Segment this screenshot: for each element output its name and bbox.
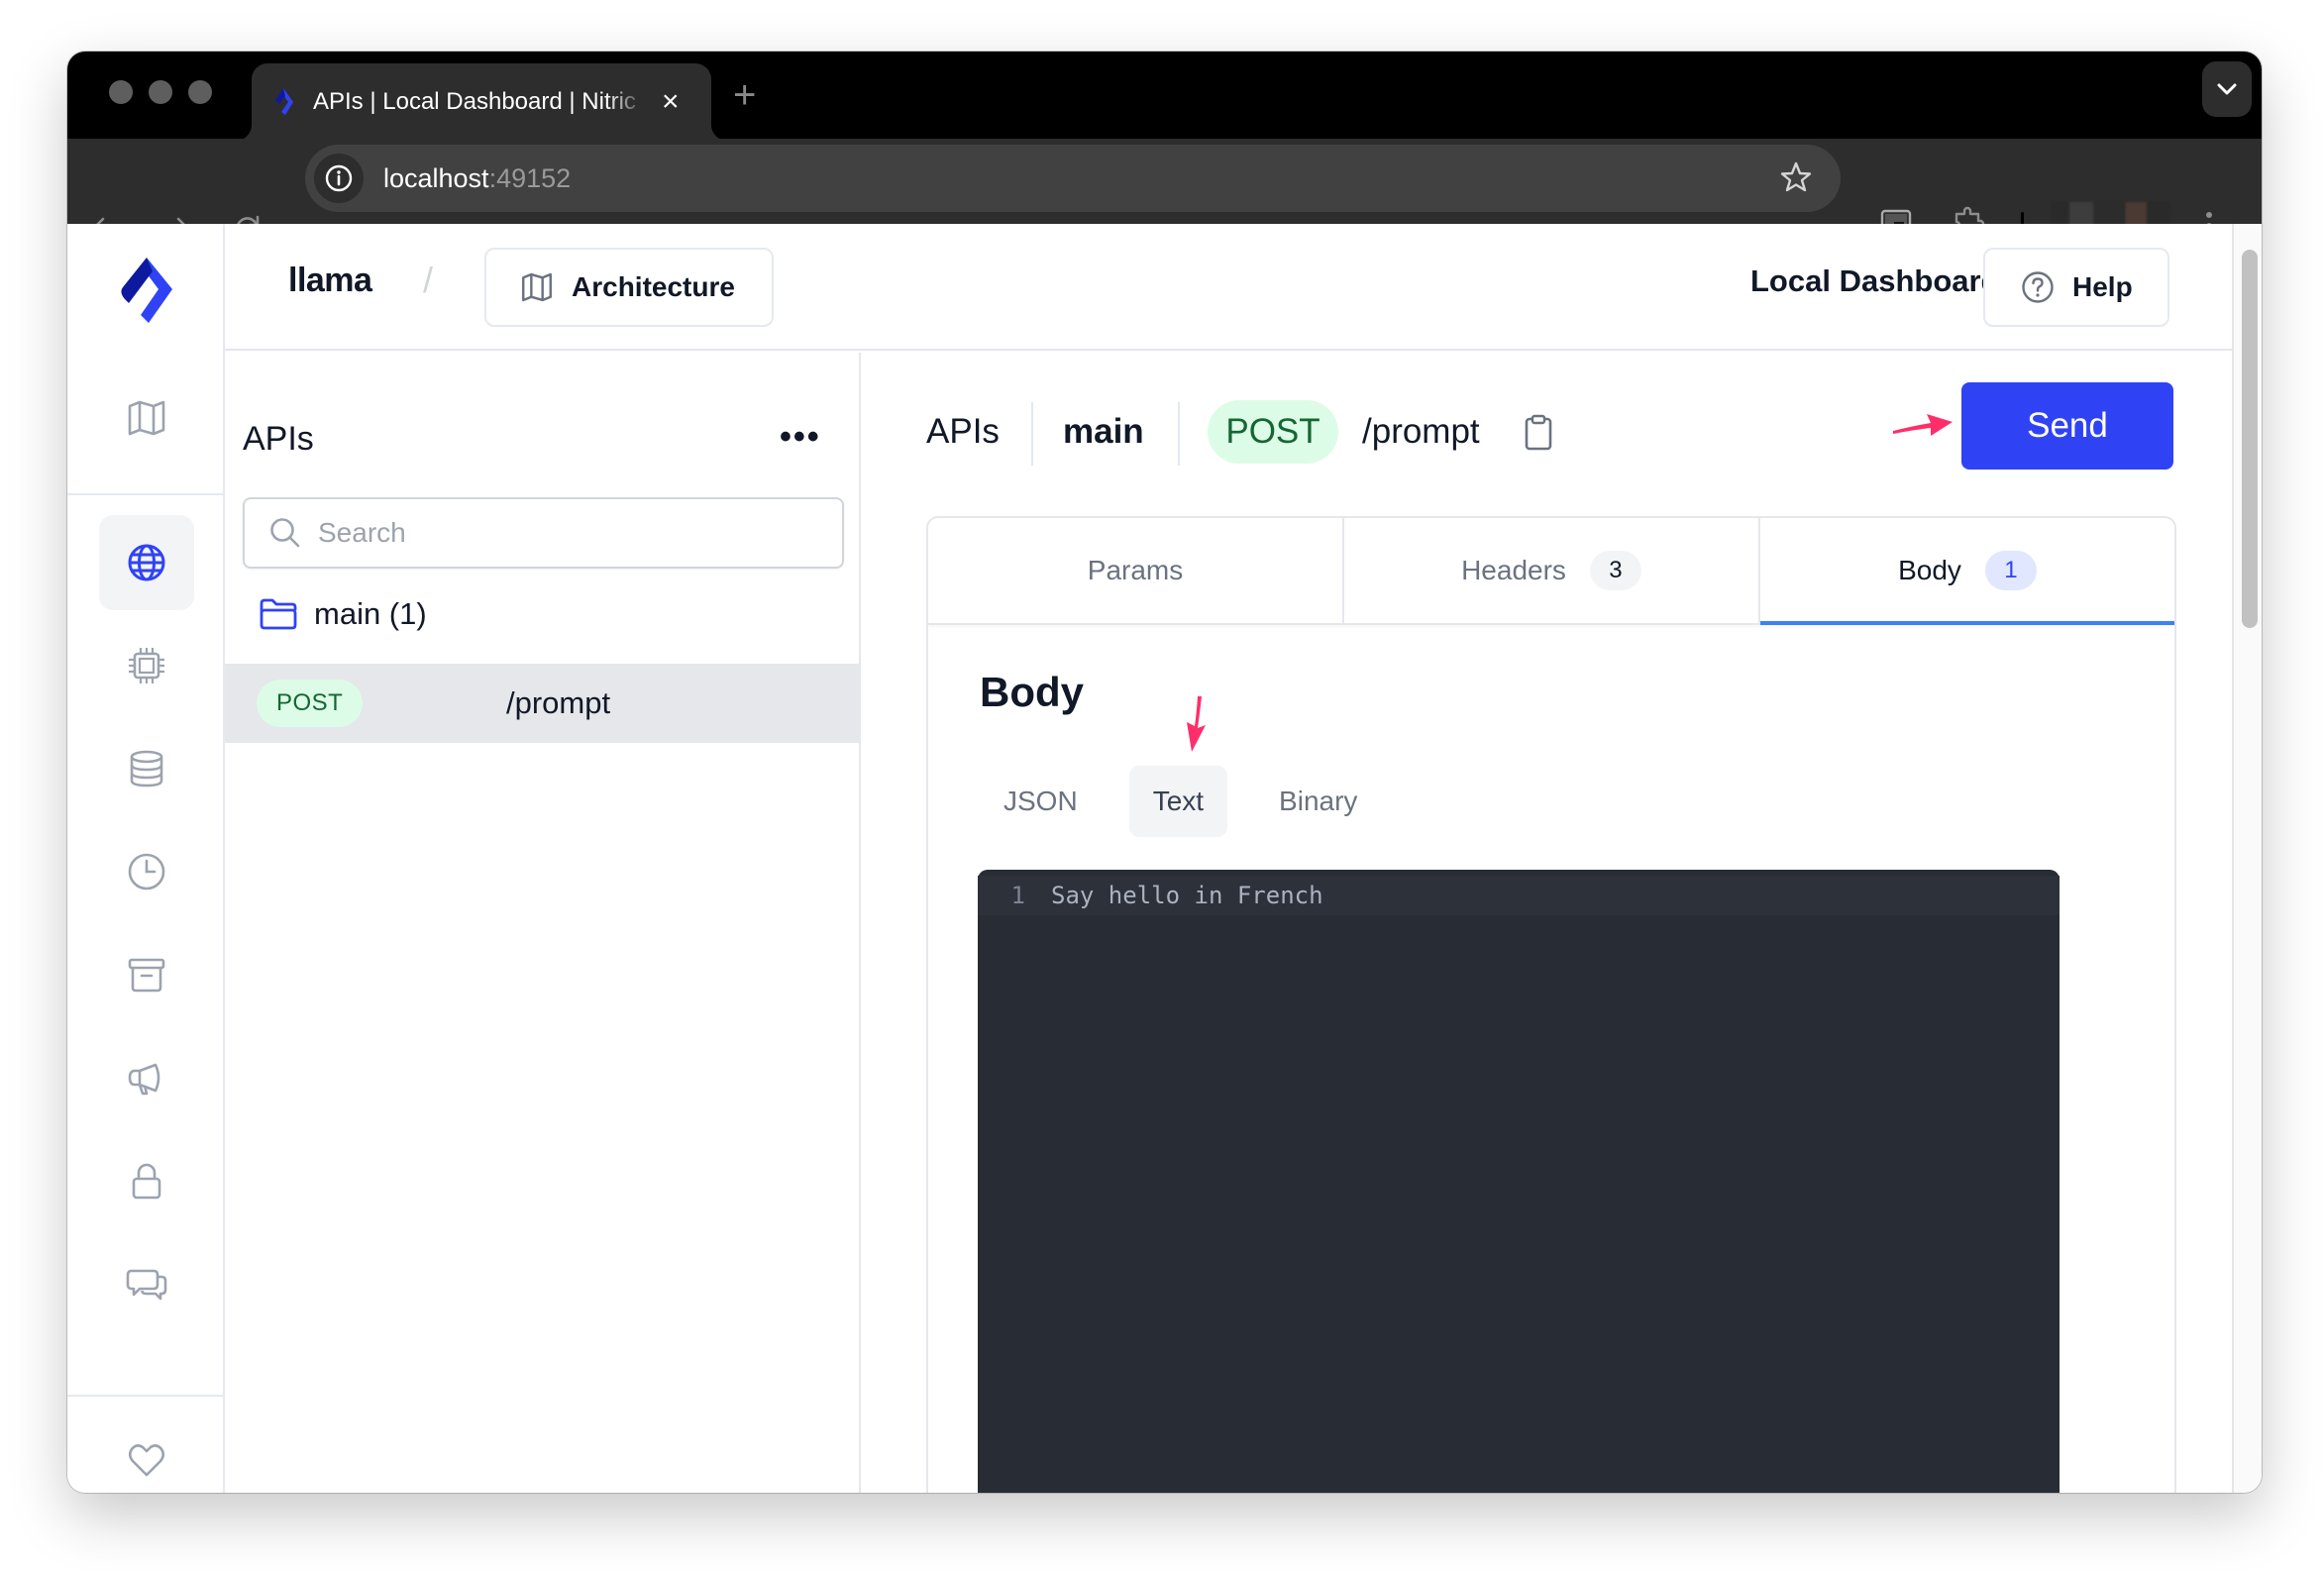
tab-label: Body [1898, 555, 1961, 585]
maximize-window-button[interactable] [188, 80, 212, 104]
globe-icon [128, 544, 165, 581]
request-tabs: Params Headers 3 Body 1 [928, 518, 2174, 625]
sidebar-item-topics[interactable] [99, 1030, 194, 1125]
annotation-arrow-right-icon [1893, 414, 1953, 436]
url-port: :49152 [488, 162, 572, 193]
nitric-logo-icon[interactable] [119, 258, 174, 323]
help-button[interactable]: Help [1983, 248, 2169, 327]
database-icon [130, 750, 163, 787]
window-controls [109, 80, 212, 104]
scrollbar-thumb[interactable] [2242, 250, 2258, 628]
request-method-badge: POST [1208, 400, 1338, 464]
architecture-label: Architecture [572, 271, 735, 302]
question-circle-icon [2022, 271, 2054, 303]
line-content: Say hello in French [1051, 882, 1323, 909]
annotation-arrow-down-icon [1187, 696, 1206, 752]
tab-title: APIs | Local Dashboard | Nitric [313, 88, 636, 115]
breadcrumb-api-name[interactable]: main [1063, 412, 1144, 452]
sidebar-item-websockets[interactable] [99, 1236, 194, 1331]
site-info-button[interactable] [314, 154, 364, 203]
request-path: /prompt [1362, 412, 1480, 451]
nitric-favicon-icon [275, 88, 293, 115]
editor-line: 1 Say hello in French [978, 876, 2060, 915]
sidebar-item-schedules[interactable] [99, 824, 194, 919]
line-number: 1 [1010, 882, 1025, 909]
help-label: Help [2072, 271, 2133, 302]
tab-label: Headers [1461, 555, 1566, 585]
sidebar-item-apis[interactable] [99, 515, 194, 610]
info-icon [325, 164, 353, 192]
search-icon [270, 518, 300, 548]
folder-open-icon [260, 598, 297, 630]
tab-search-button[interactable] [2202, 61, 2252, 117]
chevron-down-icon [2217, 83, 2237, 95]
chat-bubbles-icon [126, 1269, 167, 1301]
lock-icon [132, 1163, 161, 1200]
request-card: Params Headers 3 Body 1 Body JSON Text B… [926, 516, 2176, 1493]
close-window-button[interactable] [109, 80, 133, 104]
tab-label: Params [1087, 555, 1184, 585]
format-json-button[interactable]: JSON [980, 766, 1102, 837]
breadcrumb-apis[interactable]: APIs [926, 412, 1000, 452]
app-header: llama / Architecture Local Dashboard Hel… [225, 224, 2232, 351]
url-host: localhost [383, 162, 489, 193]
project-name: llama [288, 262, 372, 299]
body-code-editor[interactable]: 1 Say hello in French [978, 870, 2060, 1493]
breadcrumb-separator: / [423, 260, 434, 300]
tab-headers[interactable]: Headers 3 [1344, 518, 1760, 623]
breadcrumb-divider [1178, 402, 1180, 466]
new-tab-button[interactable]: + [733, 73, 756, 118]
local-dashboard-title: Local Dashboard [1750, 263, 2000, 298]
request-panel: APIs main POST /prompt Send Params Heade… [863, 353, 2200, 1493]
body-section-heading: Body [980, 669, 1084, 715]
sidebar-item-storage[interactable] [99, 927, 194, 1022]
browser-tab-bar: APIs | Local Dashboard | Nitric × + [67, 52, 2262, 141]
sidebar-item-services[interactable] [99, 618, 194, 713]
more-options-button[interactable]: ••• [780, 418, 821, 457]
clock-icon [128, 853, 165, 891]
api-group-label: main (1) [314, 596, 427, 631]
map-icon [522, 272, 552, 302]
api-group-main[interactable]: main (1) [259, 596, 427, 632]
tab-params[interactable]: Params [928, 518, 1344, 623]
browser-tab-active[interactable]: APIs | Local Dashboard | Nitric × [252, 63, 711, 141]
body-format-selector: JSON Text Binary [980, 766, 1409, 837]
route-item[interactable]: POST /prompt [225, 664, 859, 743]
tab-body[interactable]: Body 1 [1760, 518, 2174, 625]
cpu-chip-icon [129, 648, 164, 683]
sidebar-item-databases[interactable] [99, 721, 194, 816]
sidebar-divider [67, 1395, 225, 1397]
api-search-field[interactable] [243, 497, 844, 569]
archive-box-icon [128, 958, 165, 993]
heart-icon [128, 1444, 165, 1477]
apis-panel-title: APIs [243, 420, 314, 458]
format-binary-button[interactable]: Binary [1255, 766, 1381, 837]
format-text-button[interactable]: Text [1128, 766, 1228, 837]
browser-window: APIs | Local Dashboard | Nitric × + loca… [67, 52, 2262, 1493]
architecture-button[interactable]: Architecture [484, 248, 774, 327]
sidebar-nav [67, 224, 225, 1493]
send-button[interactable]: Send [1961, 382, 2173, 470]
sidebar-divider [67, 493, 225, 495]
sidebar-item-architecture[interactable] [99, 370, 194, 466]
headers-count-badge: 3 [1589, 551, 1641, 590]
minimize-window-button[interactable] [149, 80, 172, 104]
clipboard-icon[interactable] [1524, 414, 1553, 452]
address-bar[interactable]: localhost:49152 [305, 145, 1841, 212]
dashboard-app: llama / Architecture Local Dashboard Hel… [67, 224, 2232, 1493]
route-method-badge: POST [257, 680, 364, 727]
page-scrollbar[interactable] [2232, 224, 2262, 1493]
breadcrumb-divider [1031, 402, 1033, 466]
megaphone-icon [128, 1063, 160, 1096]
bookmark-star-icon[interactable] [1779, 160, 1813, 194]
map-icon [128, 400, 165, 436]
sidebar-item-secrets[interactable] [99, 1133, 194, 1228]
route-path: /prompt [506, 685, 611, 720]
apis-panel: APIs ••• main (1) POST /prompt [225, 353, 861, 1493]
sidebar-item-support[interactable] [99, 1413, 194, 1493]
api-search-input[interactable] [318, 517, 813, 549]
body-count-badge: 1 [1984, 551, 2037, 590]
close-tab-icon[interactable]: × [662, 87, 680, 117]
